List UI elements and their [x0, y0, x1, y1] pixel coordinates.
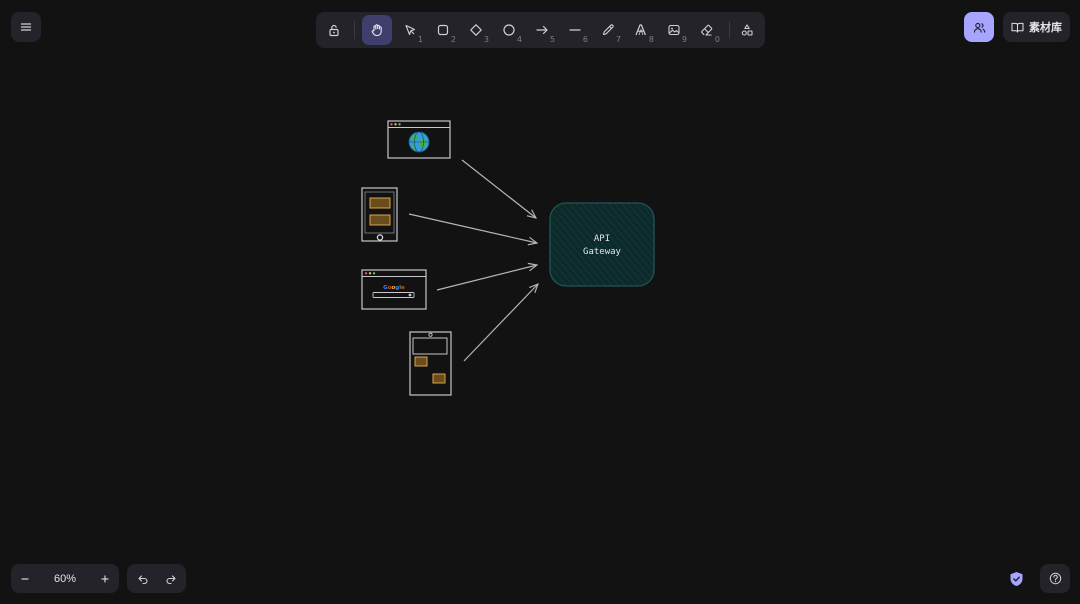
search-logo-text: Google	[383, 285, 405, 291]
gateway-label-line1: API	[594, 234, 610, 244]
eraser-tool-button[interactable]: 0	[692, 15, 722, 45]
diamond-icon	[470, 24, 482, 36]
help-button[interactable]	[1040, 564, 1070, 593]
tool-shortcut-key: 5	[549, 35, 555, 44]
history-controls	[127, 564, 186, 593]
zoom-in-button[interactable]	[91, 564, 119, 593]
draw-tool-button[interactable]: 7	[593, 15, 623, 45]
redo-button[interactable]	[156, 564, 185, 593]
arrow-tool-button[interactable]: 5	[527, 15, 557, 45]
search-window-shape[interactable]: Google	[361, 269, 427, 310]
drawing-canvas[interactable]: Google API Gateway	[0, 0, 1080, 604]
mobile-phone-shape[interactable]	[361, 187, 398, 242]
tablet-shape[interactable]	[409, 331, 452, 396]
tool-shortcut-key: 0	[714, 35, 720, 44]
arrow-right-icon	[536, 25, 548, 35]
arrow-browser-to-gateway[interactable]	[461, 159, 536, 218]
text-icon	[635, 24, 646, 36]
tool-shortcut-key: 7	[615, 35, 621, 44]
tool-shortcut-key: 9	[681, 35, 687, 44]
rectangle-tool-button[interactable]: 2	[428, 15, 458, 45]
api-gateway-box[interactable]: API Gateway	[549, 202, 655, 287]
pencil-icon	[602, 24, 614, 36]
main-menu-button[interactable]	[11, 12, 41, 42]
library-button[interactable]: 素材库	[1003, 12, 1070, 42]
tool-shortcut-key: 6	[582, 35, 588, 44]
line-icon	[569, 29, 581, 31]
toolbar-separator	[729, 21, 730, 39]
browser-window-shape[interactable]	[387, 120, 451, 159]
undo-button[interactable]	[128, 564, 157, 593]
zoom-out-button[interactable]	[11, 564, 39, 593]
book-icon	[1011, 22, 1024, 33]
ellipse-tool-button[interactable]: 4	[494, 15, 524, 45]
shapes-icon	[741, 24, 753, 36]
image-tool-button[interactable]: 9	[659, 15, 689, 45]
tool-shortcut-key: 8	[648, 35, 654, 44]
text-tool-button[interactable]: 8	[626, 15, 656, 45]
hand-icon	[371, 24, 382, 37]
zoom-level-button[interactable]: 60%	[39, 564, 91, 593]
ellipse-icon	[503, 24, 515, 36]
arrow-search-to-gateway[interactable]	[436, 265, 537, 291]
lock-icon	[329, 24, 339, 37]
rectangle-icon	[437, 24, 449, 36]
toolbar-separator	[354, 21, 355, 39]
hand-tool-button[interactable]	[362, 15, 392, 45]
minus-icon	[21, 577, 29, 580]
diamond-tool-button[interactable]: 3	[461, 15, 491, 45]
tool-shortcut-key: 3	[483, 35, 489, 44]
plus-icon	[101, 574, 109, 583]
users-icon	[973, 22, 985, 33]
selection-tool-button[interactable]: 1	[395, 15, 425, 45]
line-tool-button[interactable]: 6	[560, 15, 590, 45]
image-icon	[668, 24, 680, 36]
hamburger-icon	[20, 23, 32, 31]
eraser-icon	[701, 24, 713, 36]
tool-shortcut-key: 4	[516, 35, 522, 44]
lock-tool-button[interactable]	[319, 15, 349, 45]
encryption-status-button[interactable]	[1004, 566, 1029, 591]
tool-shortcut-key: 2	[450, 35, 456, 44]
gateway-label-line2: Gateway	[583, 247, 622, 257]
arrow-tablet-to-gateway[interactable]	[463, 284, 538, 362]
redo-icon	[165, 574, 176, 584]
arrow-mobile-to-gateway[interactable]	[408, 213, 537, 243]
zoom-controls: 60%	[11, 564, 119, 593]
help-icon	[1049, 572, 1061, 585]
collaborate-button[interactable]	[964, 12, 994, 42]
main-toolbar: 1 2 3 4 5 6 7 8 9 0	[316, 12, 765, 48]
more-shapes-tool-button[interactable]	[732, 15, 762, 45]
library-label: 素材库	[1029, 22, 1062, 34]
globe-icon	[408, 131, 430, 153]
tool-shortcut-key: 1	[417, 35, 423, 44]
cursor-icon	[405, 24, 416, 36]
undo-icon	[137, 574, 148, 584]
shield-check-icon	[1010, 571, 1023, 586]
